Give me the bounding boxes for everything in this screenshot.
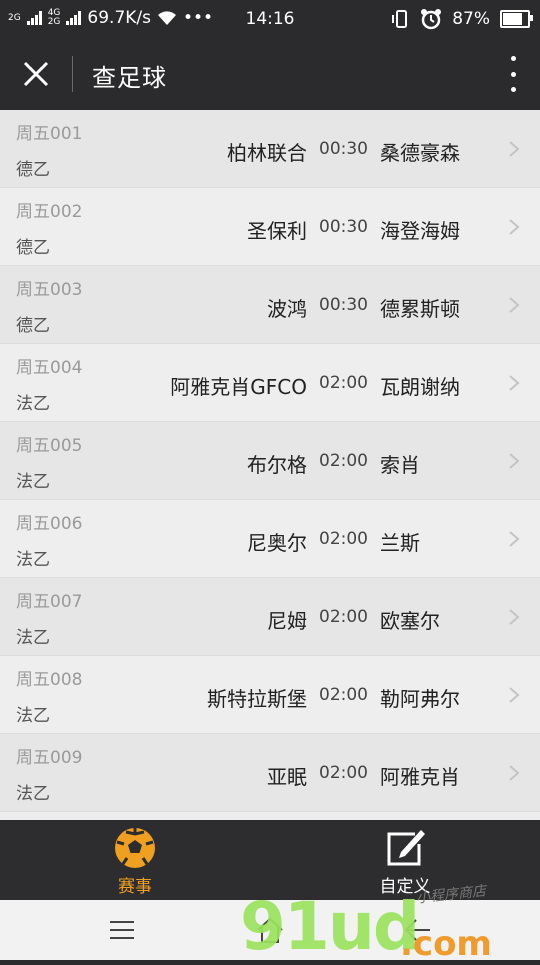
away-team: 德累斯顿 [380,297,460,321]
away-team: 阿雅克肖 [380,765,460,789]
nav-divider [72,56,73,92]
match-row[interactable]: 周五005 法乙 布尔格 02:00 索肖 [0,422,540,500]
match-row[interactable]: 周五008 法乙 斯特拉斯堡 02:00 勒阿弗尔 [0,656,540,734]
tab-events[interactable]: 赛事 [0,820,270,900]
alarm-icon [421,9,442,30]
battery-icon [500,10,533,28]
match-number: 周五007 [16,592,83,612]
league-name: 法乙 [16,472,50,492]
away-team: 勒阿弗尔 [380,687,460,711]
home-team: 波鸿 [267,297,307,321]
home-team: 亚眠 [267,765,307,789]
kickoff-time: 00:30 [319,295,368,315]
kickoff-time: 02:00 [319,607,368,627]
home-team: 斯特拉斯堡 [207,687,307,711]
match-number: 周五002 [16,202,83,222]
edit-icon [387,830,425,866]
kickoff-time: 02:00 [319,529,368,549]
home-icon[interactable] [254,914,286,946]
home-team: 尼奥尔 [247,531,307,555]
status-bar: 2G 4G 2G 69.7K/s ••• 14:16 87% [0,0,540,38]
away-team: 欧塞尔 [380,609,440,633]
league-name: 德乙 [16,316,50,336]
kickoff-time: 00:30 [319,217,368,237]
home-team: 柏林联合 [227,141,307,165]
menu-icon[interactable] [106,914,138,946]
match-row[interactable]: 周五002 德乙 圣保利 00:30 海登海姆 [0,188,540,266]
league-name: 法乙 [16,628,50,648]
match-number: 周五001 [16,124,83,144]
match-row[interactable]: 周五006 法乙 尼奥尔 02:00 兰斯 [0,500,540,578]
league-name: 法乙 [16,550,50,570]
chevron-right-icon [509,297,520,313]
kickoff-time: 00:30 [319,139,368,159]
match-row[interactable]: 周五001 德乙 柏林联合 00:30 桑德豪森 [0,110,540,188]
more-menu-icon[interactable] [508,56,518,92]
match-row[interactable]: 周五009 法乙 亚眠 02:00 阿雅克肖 [0,734,540,812]
match-number: 周五005 [16,436,83,456]
league-name: 德乙 [16,238,50,258]
system-nav-bar [0,900,540,960]
match-row[interactable]: 周五007 法乙 尼姆 02:00 欧塞尔 [0,578,540,656]
match-number: 周五003 [16,280,83,300]
league-name: 德乙 [16,160,50,180]
home-team: 布尔格 [247,453,307,477]
chevron-right-icon [509,453,520,469]
battery-percent: 87% [452,9,490,29]
match-list[interactable]: 周五001 德乙 柏林联合 00:30 桑德豪森 周五002 德乙 圣保利 00:30 海登海姆周… [0,110,540,820]
away-team: 海登海姆 [380,219,460,243]
home-team: 阿雅克肖GFCO [170,375,307,399]
league-name: 法乙 [16,394,50,414]
match-row[interactable]: 周五004 法乙 阿雅克肖GFCO 02:00 瓦朗谢纳 [0,344,540,422]
league-name: 法乙 [16,706,50,726]
tab-custom-label: 自定义 [379,877,431,897]
chevron-right-icon [509,219,520,235]
kickoff-time: 02:00 [319,451,368,471]
chevron-right-icon [509,609,520,625]
tab-bar: 赛事 自定义 [0,820,540,900]
league-name: 法乙 [16,784,50,804]
chevron-right-icon [509,765,520,781]
nav-bar: 查足球 [0,38,540,110]
kickoff-time: 02:00 [319,763,368,783]
match-number: 周五006 [16,514,83,534]
home-team: 尼姆 [267,609,307,633]
soccer-ball-icon [115,828,155,868]
tab-events-label: 赛事 [118,877,152,897]
match-number: 周五009 [16,748,83,768]
match-number: 周五008 [16,670,83,690]
close-icon[interactable] [18,56,54,92]
match-row[interactable]: 周五003 德乙 波鸿 00:30 德累斯顿 [0,266,540,344]
away-team: 兰斯 [380,531,420,555]
chevron-right-icon [509,375,520,391]
away-team: 桑德豪森 [380,141,460,165]
chevron-right-icon [509,141,520,157]
chevron-right-icon [509,531,520,547]
home-team: 圣保利 [247,219,307,243]
vibrate-icon [392,10,408,28]
back-icon[interactable] [402,914,434,946]
away-team: 瓦朗谢纳 [380,375,460,399]
match-number: 周五004 [16,358,83,378]
status-right: 87% [392,8,533,30]
chevron-right-icon [509,687,520,703]
tab-custom[interactable]: 自定义 [270,820,540,900]
kickoff-time: 02:00 [319,373,368,393]
away-team: 索肖 [380,453,420,477]
kickoff-time: 02:00 [319,685,368,705]
page-title: 查足球 [92,64,167,92]
